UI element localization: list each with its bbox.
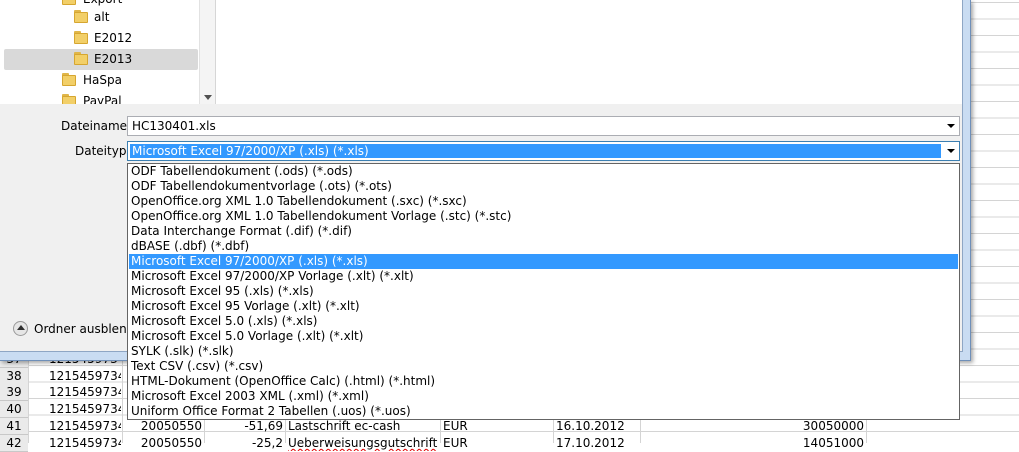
filetype-value: Microsoft Excel 97/2000/XP (.xls) (*.xls… [132,144,369,158]
filetype-selection: Microsoft Excel 97/2000/XP (.xls) (*.xls… [130,144,941,158]
row-number[interactable]: 39 [0,384,28,401]
filetype-label: Dateityp: [75,144,131,158]
filetype-combobox[interactable]: Microsoft Excel 97/2000/XP (.xls) (*.xls… [127,141,960,161]
tree-item-label: E2012 [94,31,133,45]
collapse-up-icon[interactable] [13,321,28,336]
booking-text: Lastschrift ec-cash [288,419,401,433]
text-cell[interactable]: Lastschrift ec-cash [288,418,438,434]
file-list[interactable] [216,0,962,104]
row-number[interactable]: 40 [0,401,28,418]
account-cell[interactable]: 1215459734 [49,401,121,417]
row-number[interactable]: 38 [0,368,28,385]
tree-item-label: HaSpa [83,73,122,87]
scroll-down-icon[interactable] [204,95,212,100]
filename-value: HC130401.xls [132,119,216,133]
filetype-option[interactable]: HTML-Dokument (OpenOffice Calc) (.html) … [129,374,958,389]
code-cell[interactable]: 20050550 [124,435,202,451]
filetype-option[interactable]: ODF Tabellendokument (.ods) (*.ods) [129,164,958,179]
date-cell[interactable]: 16.10.2012 [556,418,638,434]
table-row[interactable]: 41 1215459734 20050550 -51,69 Lastschrif… [0,418,1019,435]
tree-item-label: PayPal [83,94,122,104]
folder-icon [62,0,76,5]
filename-label: Dateiname: [61,119,132,133]
filetype-option[interactable]: Microsoft Excel 2003 XML (.xml) (*.xml) [129,389,958,404]
folder-icon [74,52,88,65]
filetype-option[interactable]: Microsoft Excel 95 Vorlage (.xlt) (*.xlt… [129,299,958,314]
filetype-option[interactable]: OpenOffice.org XML 1.0 Tabellendokument … [129,194,958,209]
filetype-option[interactable]: OpenOffice.org XML 1.0 Tabellendokument … [129,209,958,224]
folder-tree[interactable]: Export alt E2012 E2013 HaSpa PayPal [0,0,216,104]
date-cell[interactable]: 17.10.2012 [556,435,638,451]
tree-item-label: E2013 [94,52,133,66]
ref-cell[interactable]: 30050000 [643,418,864,434]
tree-item-label: alt [94,10,110,24]
filetype-option[interactable]: Text CSV (.csv) (*.csv) [129,359,958,374]
chevron-down-icon[interactable] [947,124,955,128]
text-cell[interactable]: Ueberweisungsgutschrift [288,435,438,451]
code-cell[interactable]: 20050550 [124,418,202,434]
filetype-option[interactable]: Data Interchange Format (.dif) (*.dif) [129,224,958,239]
folder-icon [74,10,88,23]
row-number[interactable]: 42 [0,435,28,452]
ref-cell[interactable]: 14051000 [643,435,864,451]
filetype-option[interactable]: Uniform Office Format 2 Tabellen (.uos) … [129,404,958,419]
account-cell[interactable]: 1215459734 [49,368,121,384]
account-cell[interactable]: 1215459734 [49,435,121,451]
filetype-option[interactable]: ODF Tabellendokumentvorlage (.ots) (*.ot… [129,179,958,194]
currency-cell[interactable]: EUR [443,435,551,451]
chevron-down-icon[interactable] [947,149,955,153]
filetype-option[interactable]: SYLK (.slk) (*.slk) [129,344,958,359]
filetype-option[interactable]: Microsoft Excel 5.0 (.xls) (*.xls) [129,314,958,329]
filetype-dropdown-list[interactable]: ODF Tabellendokument (.ods) (*.ods) ODF … [127,163,960,420]
filetype-option[interactable]: Microsoft Excel 5.0 Vorlage (.xlt) (*.xl… [129,329,958,344]
account-cell[interactable]: 1215459734 [49,418,121,434]
tree-item-e2013[interactable]: E2013 [4,49,198,70]
row-number[interactable]: 41 [0,418,28,435]
filetype-option[interactable]: Microsoft Excel 95 (.xls) (*.xls) [129,284,958,299]
filetype-option[interactable]: Microsoft Excel 97/2000/XP Vorlage (.xlt… [129,269,958,284]
amount-cell[interactable]: -25,2 [206,435,283,451]
folder-icon [74,31,88,44]
currency-cell[interactable]: EUR [443,418,551,434]
table-row[interactable]: 42 1215459734 20050550 -25,2 Ueberweisun… [0,435,1019,452]
filetype-option-selected[interactable]: Microsoft Excel 97/2000/XP (.xls) (*.xls… [129,254,958,269]
filename-combobox[interactable]: HC130401.xls [127,116,960,136]
tree-scrollbar[interactable] [199,0,215,104]
folder-icon [62,73,76,86]
filetype-option[interactable]: dBASE (.dbf) (*.dbf) [129,239,958,254]
account-cell[interactable]: 1215459734 [49,384,121,400]
folder-icon [62,94,76,104]
amount-cell[interactable]: -51,69 [206,418,283,434]
